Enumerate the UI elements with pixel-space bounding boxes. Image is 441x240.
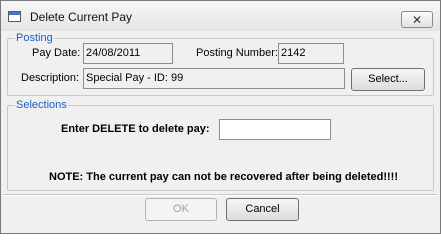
warning-note: NOTE: The current pay can not be recover… — [49, 171, 399, 183]
select-button[interactable]: Select... — [351, 68, 425, 91]
posting-number-field: 2142 — [278, 43, 344, 64]
selections-legend: Selections — [15, 98, 68, 112]
delete-prompt-label: Enter DELETE to delete pay: — [61, 123, 210, 135]
pay-date-field: 24/08/2011 — [83, 43, 173, 64]
ok-button[interactable]: OK — [145, 198, 217, 221]
window-icon — [8, 11, 21, 22]
description-field: Special Pay - ID: 99 — [83, 68, 345, 89]
posting-legend: Posting — [15, 31, 54, 45]
close-icon: ✕ — [411, 12, 423, 27]
description-label: Description: — [21, 72, 80, 84]
delete-current-pay-dialog: Delete Current Pay ✕ Posting Pay Date: 2… — [0, 0, 441, 234]
title-bar: Delete Current Pay ✕ — [1, 1, 440, 31]
posting-number-label: Posting Number: — [196, 47, 278, 59]
cancel-button[interactable]: Cancel — [226, 198, 299, 221]
pay-date-label: Pay Date: — [32, 47, 81, 59]
footer-divider — [3, 194, 438, 196]
delete-confirm-input[interactable] — [219, 119, 331, 140]
close-button[interactable]: ✕ — [401, 11, 433, 28]
window-title: Delete Current Pay — [30, 10, 133, 24]
